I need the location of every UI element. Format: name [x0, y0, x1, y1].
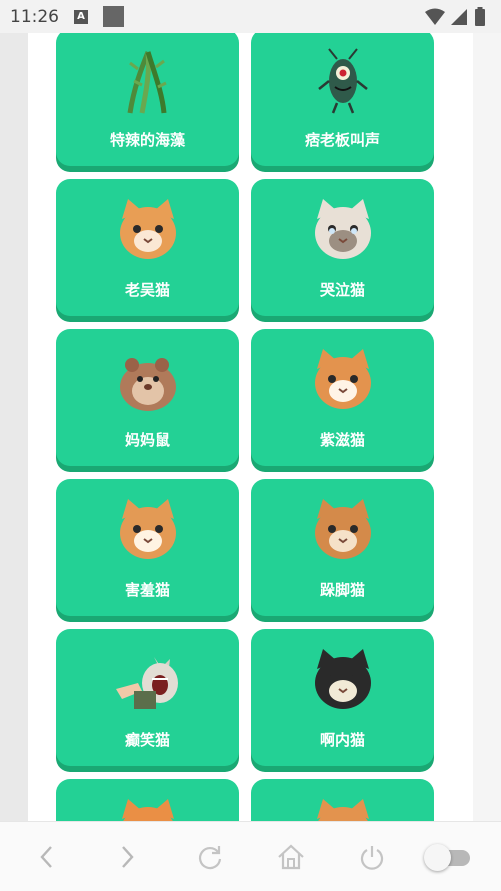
accessibility-a-icon: A — [74, 10, 88, 24]
sound-card[interactable]: 妈妈鼠 — [56, 329, 239, 466]
sound-card[interactable]: 啊内猫 — [251, 629, 434, 766]
reload-icon — [198, 846, 222, 870]
sound-card[interactable]: 癫笑猫 — [56, 629, 239, 766]
sound-card-label: 癫笑猫 — [124, 731, 170, 749]
back-button[interactable] — [30, 840, 64, 874]
wifi-icon — [425, 8, 445, 25]
sound-card-label: 痞老板叫声 — [304, 131, 380, 149]
back-arrow-icon — [40, 846, 52, 868]
cat-icon — [112, 497, 184, 567]
sound-card[interactable]: 老吴猫 — [56, 179, 239, 316]
sound-card-label: 紫滋猫 — [319, 431, 365, 449]
sound-card[interactable]: 害羞猫 — [56, 479, 239, 616]
cat-icon — [307, 797, 379, 821]
hamster-icon — [112, 347, 184, 417]
sound-card-label: 特辣的海藻 — [109, 131, 185, 149]
cat-icon — [307, 347, 379, 417]
cat-icon — [112, 797, 184, 821]
status-bar: 11:26 A — [0, 0, 501, 33]
sound-card[interactable]: 紫滋猫 — [251, 329, 434, 466]
cat-icon — [307, 647, 379, 717]
sound-card[interactable]: 痞老板叫声 — [251, 33, 434, 166]
sound-card-label: 老吴猫 — [124, 281, 170, 299]
status-time: 11:26 — [10, 7, 59, 27]
power-button[interactable] — [355, 840, 389, 874]
sound-card[interactable] — [251, 779, 434, 821]
battery-icon — [475, 7, 485, 26]
forward-button[interactable] — [110, 840, 144, 874]
sound-card[interactable]: 特辣的海藻 — [56, 33, 239, 166]
sound-card[interactable]: 哭泣猫 — [251, 179, 434, 316]
sound-board-content[interactable]: 特辣的海藻 痞老板叫声 老吴猫 哭泣猫 妈妈鼠 紫滋猫 害羞猫 跺脚猫 癫笑猫 … — [28, 33, 473, 821]
reload-button[interactable] — [193, 840, 227, 874]
sound-card[interactable] — [56, 779, 239, 821]
laughing-cat-icon — [112, 647, 184, 717]
seaweed-icon — [112, 47, 184, 117]
home-button[interactable] — [274, 840, 308, 874]
toggle-knob — [424, 844, 451, 871]
power-icon — [360, 846, 384, 870]
crying-cat-icon — [307, 197, 379, 267]
cat-icon — [112, 197, 184, 267]
forward-arrow-icon — [122, 846, 134, 868]
side-gutter-right — [473, 33, 501, 821]
toggle-switch[interactable] — [424, 844, 471, 871]
status-icons — [423, 6, 493, 28]
notification-square-icon — [103, 6, 124, 27]
sound-card-label: 害羞猫 — [124, 581, 170, 599]
plankton-icon — [307, 47, 379, 117]
side-gutter-left — [0, 33, 28, 821]
signal-icon — [451, 9, 467, 25]
sound-card-label: 啊内猫 — [319, 731, 365, 749]
sound-card-label: 哭泣猫 — [319, 281, 365, 299]
sound-card[interactable]: 跺脚猫 — [251, 479, 434, 616]
sound-card-label: 妈妈鼠 — [124, 431, 170, 449]
cat-icon — [307, 497, 379, 567]
browser-nav-bar — [0, 821, 501, 891]
sound-card-label: 跺脚猫 — [319, 581, 365, 599]
home-icon — [278, 844, 304, 870]
